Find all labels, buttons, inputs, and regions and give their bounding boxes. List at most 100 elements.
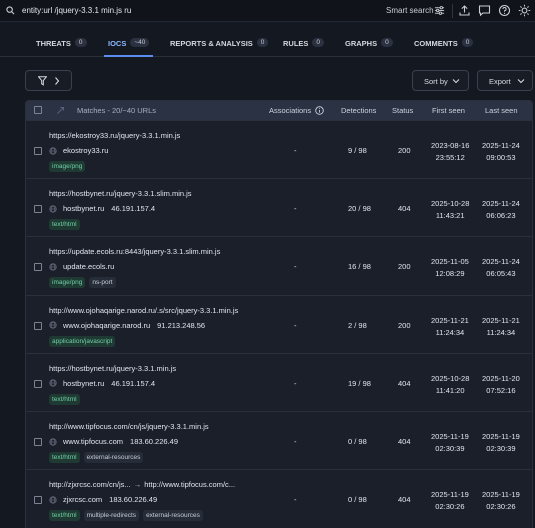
tag-badge[interactable]: text/html	[49, 510, 80, 522]
row-checkbox[interactable]	[34, 263, 42, 272]
search-input[interactable]: entity:url /jquery-3.3.1 min.js ru	[22, 6, 131, 15]
url-link[interactable]: https://ekostroy33.ru/jquery-3.3.1.min.j…	[49, 131, 180, 140]
tag-badge[interactable]: ns-port	[89, 277, 116, 289]
tag-badge[interactable]: external-resources	[83, 452, 144, 463]
tab-graphs[interactable]: GRAPHS 0	[345, 38, 393, 57]
domain-line: zjxrcsc.com 183.60.226.49	[49, 495, 157, 504]
table-row[interactable]: https://hostbynet.ru/jquery-3.3.1.min.js…	[26, 352, 532, 411]
status-value: 404	[398, 378, 411, 388]
detections-value[interactable]: 20 / 98	[348, 204, 371, 213]
row-checkbox[interactable]	[34, 496, 42, 505]
tab-rules[interactable]: RULES 0	[283, 38, 325, 57]
url-text[interactable]: http://zjxrcsc.com/cn/js...	[49, 480, 131, 489]
ip-address[interactable]: 183.60.226.49	[109, 495, 157, 504]
tag-badge[interactable]: external-resources	[143, 510, 203, 522]
detections-value[interactable]: 16 / 98	[348, 262, 371, 271]
last-seen-value: 2025-11-19 02:30:26	[482, 489, 520, 513]
url-link[interactable]: http://zjxrcsc.com/cn/js... → http://www.t…	[49, 480, 235, 489]
info-icon[interactable]	[315, 106, 324, 115]
row-checkbox[interactable]	[34, 438, 42, 446]
column-matches: Matches - 20/~40 URLs	[77, 106, 156, 115]
table-row[interactable]: https://ekostroy33.ru/jquery-3.3.1.min.j…	[26, 120, 532, 178]
tag-badge[interactable]: application/javascript	[49, 335, 116, 347]
tab-reports-analysis[interactable]: REPORTS & ANALYSIS 0	[170, 38, 269, 57]
column-detections[interactable]: Detections	[341, 106, 376, 115]
detections-value[interactable]: 0 / 98	[348, 437, 367, 446]
ip-address[interactable]: 91.213.248.56	[157, 321, 205, 330]
tag-badge[interactable]: text/html	[49, 393, 80, 405]
column-first-seen[interactable]: First seen	[432, 106, 465, 115]
row-checkbox[interactable]	[34, 205, 42, 214]
column-status[interactable]: Status	[392, 106, 413, 115]
url-link[interactable]: https://hostbynet.ru/jquery-3.3.1.min.js	[49, 364, 176, 373]
url-text[interactable]: https://hostbynet.ru/jquery-3.3.1.min.js	[49, 364, 176, 373]
tag-badge[interactable]: image/png	[49, 161, 86, 172]
ip-address[interactable]: 46.191.157.4	[111, 379, 155, 388]
url-link[interactable]: https://hostbynet.ru/jquery-3.3.1.slim.m…	[49, 189, 192, 198]
table-row[interactable]: https://hostbynet.ru/jquery-3.3.1.slim.m…	[26, 178, 532, 236]
associations-value: -	[294, 495, 297, 505]
url-text[interactable]: http://www.ojohaqarige.narod.ru/.s/src/j…	[49, 306, 238, 315]
first-seen-value: 2025-11-19 02:30:39	[431, 431, 469, 455]
status-value: 404	[398, 204, 411, 214]
tag-badge[interactable]: text/html	[49, 219, 80, 231]
domain-text[interactable]: update.ecols.ru	[63, 262, 114, 271]
smart-search-label[interactable]: Smart search	[386, 6, 434, 15]
tab-iocs[interactable]: IOCS ~40	[103, 38, 154, 57]
row-checkbox[interactable]	[34, 147, 42, 155]
domain-text[interactable]: ekostroy33.ru	[63, 146, 108, 155]
redirect-url-text[interactable]: http://www.tipfocus.com/c...	[144, 480, 235, 489]
ip-address[interactable]: 46.191.157.4	[111, 204, 155, 213]
tab-label: THREATS	[36, 39, 71, 48]
comment-icon[interactable]	[478, 4, 491, 17]
url-link[interactable]: https://update.ecols.ru:8443/jquery-3.3.…	[49, 247, 220, 256]
search-bar[interactable]: entity:url /jquery-3.3.1 min.js ru Smart…	[0, 0, 535, 22]
url-text[interactable]: https://ekostroy33.ru/jquery-3.3.1.min.j…	[49, 131, 180, 140]
globe-icon	[49, 379, 57, 387]
table-row[interactable]: https://update.ecols.ru:8443/jquery-3.3.…	[26, 236, 532, 294]
table-row[interactable]: http://zjxrcsc.com/cn/js... → http://www.t…	[26, 469, 532, 527]
filter-button[interactable]	[25, 70, 72, 91]
column-last-seen[interactable]: Last seen	[485, 106, 518, 115]
url-text[interactable]: http://www.tipfocus.com/cn/js/jquery-3.3…	[49, 422, 209, 431]
chevron-down-icon	[517, 79, 525, 84]
table-row[interactable]: http://www.ojohaqarige.narod.ru/.s/src/j…	[26, 294, 532, 353]
column-associations[interactable]: Associations	[269, 106, 311, 115]
last-seen-value: 2025-11-21 11:24:34	[482, 315, 520, 339]
tag-badge[interactable]: text/html	[49, 452, 80, 463]
detections-value[interactable]: 19 / 98	[348, 379, 371, 388]
ip-address[interactable]: 183.60.226.49	[130, 437, 178, 446]
url-link[interactable]: http://www.tipfocus.com/cn/js/jquery-3.3…	[49, 422, 209, 431]
tab-comments[interactable]: COMMENTS 0	[414, 38, 474, 57]
search-icon	[6, 6, 15, 15]
help-icon[interactable]	[498, 4, 511, 17]
url-link[interactable]: http://www.ojohaqarige.narod.ru/.s/src/j…	[49, 306, 238, 315]
sort-by-button[interactable]: Sort by	[412, 70, 469, 91]
globe-icon	[49, 321, 57, 329]
domain-text[interactable]: www.tipfocus.com	[63, 437, 123, 446]
tab-threats[interactable]: THREATS 0	[36, 38, 87, 57]
table-row[interactable]: http://www.tipfocus.com/cn/js/jquery-3.3…	[26, 411, 532, 469]
select-all-checkbox[interactable]	[34, 106, 42, 114]
url-text[interactable]: https://hostbynet.ru/jquery-3.3.1.slim.m…	[49, 189, 192, 198]
upload-icon[interactable]	[458, 4, 471, 17]
theme-sun-icon[interactable]	[518, 4, 531, 17]
detections-value[interactable]: 0 / 98	[348, 495, 367, 504]
domain-text[interactable]: zjxrcsc.com	[63, 495, 102, 504]
status-value: 404	[398, 437, 411, 446]
detections-value[interactable]: 9 / 98	[348, 146, 367, 155]
row-checkbox[interactable]	[34, 379, 42, 388]
export-button[interactable]: Export	[477, 70, 533, 91]
row-checkbox[interactable]	[34, 321, 42, 330]
last-seen-value: 2025-11-24 06:05:43	[482, 256, 520, 280]
detections-value[interactable]: 2 / 98	[348, 321, 367, 330]
tune-icon[interactable]	[434, 5, 445, 16]
domain-text[interactable]: hostbynet.ru	[63, 204, 104, 213]
url-text[interactable]: https://update.ecols.ru:8443/jquery-3.3.…	[49, 247, 220, 256]
tag-badge[interactable]: multiple-redirects	[83, 510, 140, 522]
domain-text[interactable]: www.ojohaqarige.narod.ru	[63, 321, 150, 330]
last-seen-time: 09:00:53	[486, 153, 516, 162]
last-seen-value: 2025-11-19 02:30:39	[482, 431, 520, 455]
domain-text[interactable]: hostbynet.ru	[63, 379, 104, 388]
tag-badge[interactable]: image/png	[49, 277, 86, 289]
